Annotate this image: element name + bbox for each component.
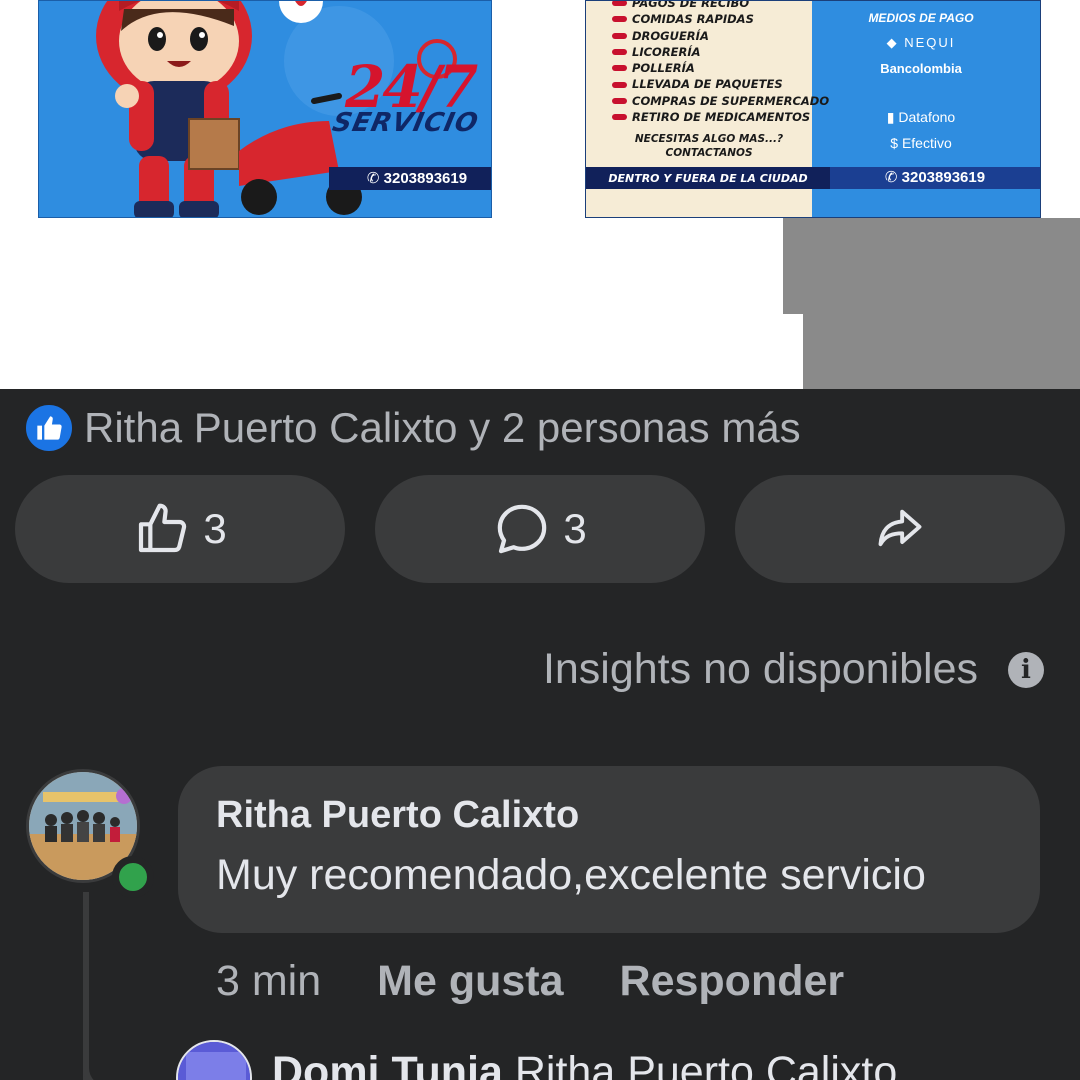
comment-reply-button[interactable]: Responder — [620, 957, 845, 1006]
payment-nequi: ◆ NEQUI — [886, 35, 956, 50]
online-status-indicator — [112, 856, 154, 898]
phone-bar: ✆ 3203893619 — [329, 167, 491, 190]
scooter-icon — [612, 97, 627, 104]
thumbs-up-icon — [139, 503, 187, 553]
thread-connector — [83, 1062, 173, 1080]
comment-actions: 3 min Me gusta Responder — [216, 957, 844, 1006]
phone-number: 3203893619 — [383, 170, 468, 187]
share-button[interactable] — [735, 475, 1065, 583]
card-terminal-icon: ▮ — [886, 109, 899, 125]
service-item: POLLERÍA — [612, 60, 829, 76]
reactions-summary[interactable]: Ritha Puerto Calixto y 2 personas más — [24, 403, 801, 453]
scooter-icon — [612, 1, 627, 7]
thread-line — [83, 892, 89, 1080]
comment-author[interactable]: Ritha Puerto Calixto — [216, 794, 1002, 837]
share-arrow-icon — [878, 509, 922, 547]
service-item: LICORERÍA — [612, 44, 829, 60]
whatsapp-icon: ✆ — [884, 169, 902, 186]
reply-author[interactable]: Domi Tunja — [272, 1048, 503, 1080]
payment-efectivo: $ Efectivo — [890, 135, 952, 151]
reactions-text: Ritha Puerto Calixto y 2 personas más — [84, 404, 801, 451]
service-item: COMIDAS RAPIDAS — [612, 11, 829, 27]
insights-text: Insights no disponibles — [542, 645, 978, 693]
scooter-icon — [612, 114, 627, 121]
reply-avatar-image — [178, 1042, 250, 1080]
business-card-back: PAGOS DE RECIBO COMIDAS RAPIDAS DROGUERÍ… — [585, 0, 1041, 218]
comment-button[interactable]: 3 — [375, 475, 705, 583]
service-item: PAGOS DE RECIBO — [612, 1, 829, 11]
like-button[interactable]: 3 — [15, 475, 345, 583]
scooter-icon — [612, 49, 627, 56]
post-image[interactable]: 24/7 SERVICIO ✆ 3203893619 PAGOS DE RECI… — [0, 0, 1080, 389]
payment-title: MEDIOS DE PAGO — [868, 11, 974, 25]
whatsapp-icon: ✆ — [366, 170, 384, 187]
phone-number: 3203893619 — [901, 169, 986, 186]
servicio-label: SERVICIO — [329, 108, 482, 138]
scooter-icon — [612, 81, 627, 88]
comment-bubble-icon — [498, 504, 547, 554]
service-item: RETIRO DE MEDICAMENTOS — [612, 109, 829, 125]
like-reaction-icon — [24, 403, 74, 453]
services-list: PAGOS DE RECIBO COMIDAS RAPIDAS DROGUERÍ… — [612, 1, 829, 125]
card-footer-bar: DENTRO Y FUERA DE LA CIUDAD ✆ 3203893619 — [586, 167, 1040, 189]
payment-datafono: ▮ Datafono — [886, 109, 956, 125]
reply-preview[interactable]: Domi Tunja Ritha Puerto Calixto — [272, 1048, 897, 1080]
scooter-icon — [612, 16, 627, 23]
reply-mention[interactable]: Ritha Puerto Calixto — [515, 1048, 897, 1080]
service-item: LLEVADA DE PAQUETES — [612, 76, 829, 92]
business-card-front: 24/7 SERVICIO ✆ 3203893619 — [38, 0, 492, 218]
phone-bar: ✆ 3203893619 — [830, 167, 1040, 189]
service-item: DROGUERÍA — [612, 28, 829, 44]
comment-count: 3 — [563, 505, 587, 552]
comment-timestamp[interactable]: 3 min — [216, 957, 321, 1006]
nequi-icon: ◆ — [886, 35, 905, 50]
coverage-label: DENTRO Y FUERA DE LA CIUDAD — [608, 171, 808, 185]
like-count: 3 — [203, 505, 227, 552]
contact-prompt: NECESITAS ALGO MAS...? CONTACTANOS — [634, 133, 784, 159]
comment-bubble[interactable]: Ritha Puerto Calixto Muy recomendado,exc… — [178, 766, 1040, 933]
comment-text: Muy recomendado,excelente servicio — [216, 851, 926, 899]
scooter-icon — [612, 65, 627, 72]
payment-bancolombia: Bancolombia — [880, 61, 962, 76]
info-icon[interactable]: i — [1008, 651, 1044, 688]
cash-icon: $ — [890, 135, 902, 151]
scooter-icon — [612, 32, 627, 39]
reply-avatar[interactable] — [176, 1040, 252, 1080]
comment-like-button[interactable]: Me gusta — [377, 957, 563, 1006]
image-gray-area — [783, 218, 1080, 314]
service-item: COMPRAS DE SUPERMERCADO — [612, 93, 829, 109]
insights-row[interactable]: Insights no disponibles i — [543, 645, 1044, 694]
image-gray-area-lower — [803, 314, 1080, 389]
